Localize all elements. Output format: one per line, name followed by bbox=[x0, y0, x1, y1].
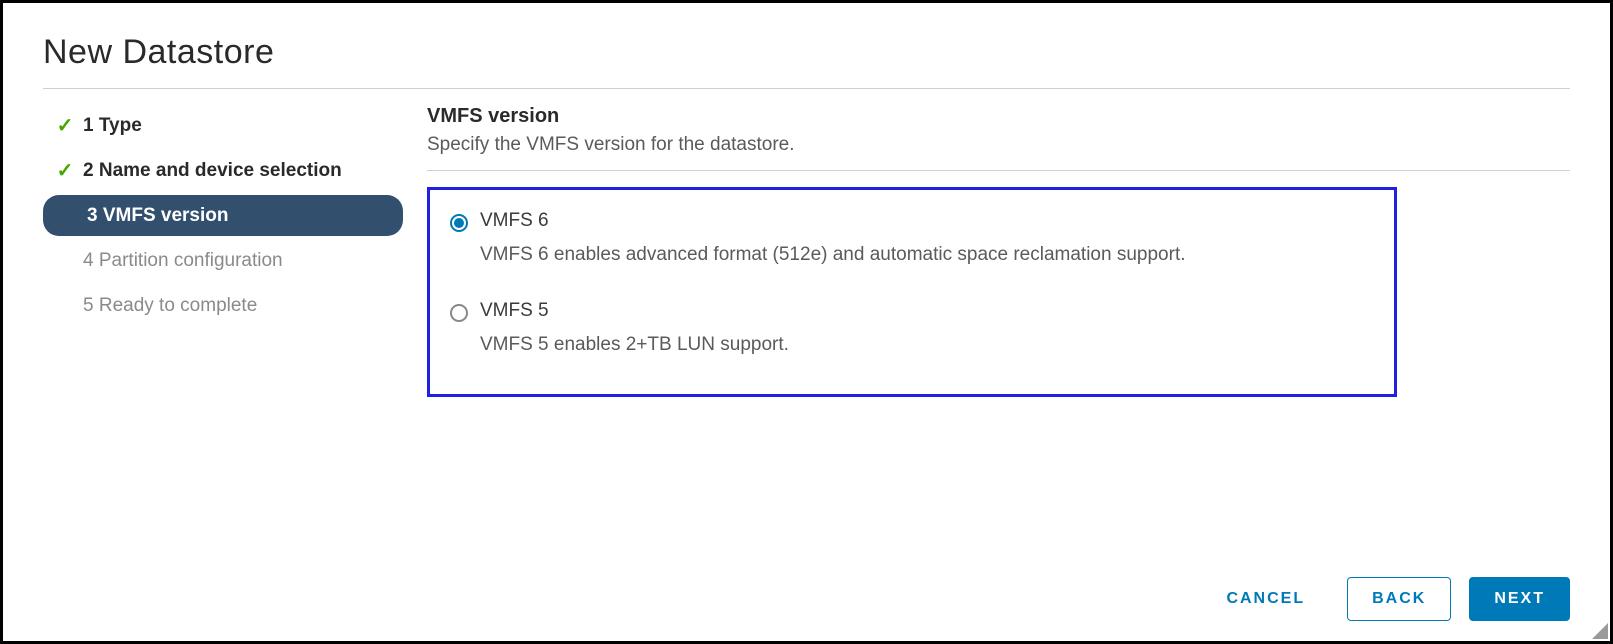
wizard-step-label: 4 Partition configuration bbox=[83, 250, 283, 272]
page-title: New Datastore bbox=[43, 33, 1570, 89]
wizard-step-ready-complete: ✓ 5 Ready to complete bbox=[43, 285, 403, 326]
option-description: VMFS 6 enables advanced format (512e) an… bbox=[480, 244, 1374, 266]
radio-vmfs5[interactable] bbox=[450, 304, 468, 322]
wizard-step-label: 5 Ready to complete bbox=[83, 295, 257, 317]
option-vmfs6[interactable]: VMFS 6 VMFS 6 enables advanced format (5… bbox=[450, 210, 1374, 290]
wizard-body: ✓ 1 Type ✓ 2 Name and device selection ✓… bbox=[43, 105, 1570, 557]
wizard-step-label: 1 Type bbox=[83, 115, 142, 137]
wizard-step-label: 3 VMFS version bbox=[87, 205, 229, 227]
wizard-step-type[interactable]: ✓ 1 Type bbox=[43, 105, 403, 146]
vmfs-options-group: VMFS 6 VMFS 6 enables advanced format (5… bbox=[427, 187, 1397, 397]
wizard-content: VMFS version Specify the VMFS version fo… bbox=[427, 105, 1570, 557]
wizard-step-name-device[interactable]: ✓ 2 Name and device selection bbox=[43, 150, 403, 191]
wizard-step-vmfs-version[interactable]: ✓ 3 VMFS version bbox=[43, 195, 403, 236]
checkmark-icon: ✓ bbox=[55, 158, 75, 183]
cancel-button[interactable]: CANCEL bbox=[1202, 578, 1329, 620]
wizard-step-label: 2 Name and device selection bbox=[83, 160, 342, 182]
wizard-steps: ✓ 1 Type ✓ 2 Name and device selection ✓… bbox=[43, 105, 403, 557]
option-vmfs5[interactable]: VMFS 5 VMFS 5 enables 2+TB LUN support. bbox=[450, 300, 1374, 356]
resize-handle-icon[interactable] bbox=[1592, 623, 1608, 639]
option-content: VMFS 5 VMFS 5 enables 2+TB LUN support. bbox=[480, 300, 1374, 356]
wizard-step-partition-config: ✓ 4 Partition configuration bbox=[43, 240, 403, 281]
back-button[interactable]: BACK bbox=[1347, 577, 1451, 621]
next-button[interactable]: NEXT bbox=[1469, 577, 1570, 621]
section-description: Specify the VMFS version for the datasto… bbox=[427, 134, 1570, 171]
checkmark-icon: ✓ bbox=[55, 113, 75, 138]
section-title: VMFS version bbox=[427, 105, 1570, 128]
option-description: VMFS 5 enables 2+TB LUN support. bbox=[480, 334, 1374, 356]
option-label: VMFS 5 bbox=[480, 300, 1374, 322]
wizard-footer: CANCEL BACK NEXT bbox=[43, 557, 1570, 621]
radio-vmfs6[interactable] bbox=[450, 214, 468, 232]
option-content: VMFS 6 VMFS 6 enables advanced format (5… bbox=[480, 210, 1374, 290]
new-datastore-modal: New Datastore ✓ 1 Type ✓ 2 Name and devi… bbox=[0, 0, 1613, 644]
option-label: VMFS 6 bbox=[480, 210, 1374, 232]
